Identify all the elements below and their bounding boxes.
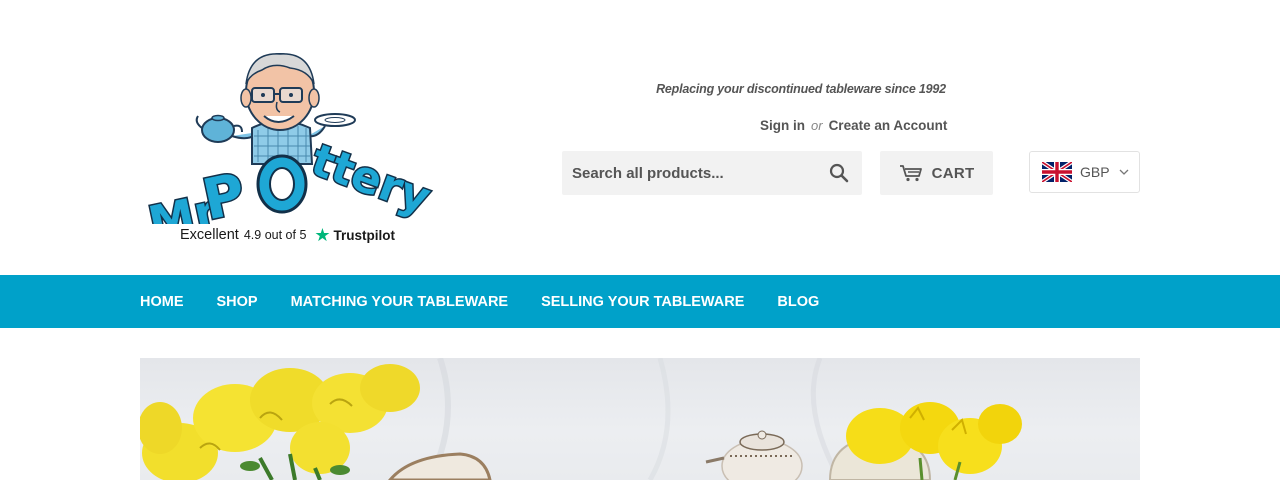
site-logo[interactable]: Mr P ttery Excellent 4.9 out of 5 ★ Trus… <box>140 44 440 248</box>
currency-code: GBP <box>1080 164 1110 180</box>
nav-item-matching-your-tableware[interactable]: MATCHING YOUR TABLEWARE <box>291 294 509 310</box>
mr-pottery-logo-image: Mr P ttery <box>142 53 438 224</box>
main-navigation: HOME SHOP MATCHING YOUR TABLEWARE SELLIN… <box>0 275 1280 328</box>
hero-photo-illustration <box>140 358 1022 480</box>
chevron-down-icon <box>1119 169 1129 175</box>
plate-graphic <box>314 113 356 127</box>
cart-button[interactable]: CART <box>880 151 993 195</box>
account-links: Sign in or Create an Account <box>760 118 947 133</box>
create-account-link[interactable]: Create an Account <box>829 118 948 133</box>
search-icon <box>829 163 849 183</box>
teapot-graphic <box>195 114 243 143</box>
site-tagline: Replacing your discontinued tableware si… <box>562 82 1140 96</box>
account-or-text: or <box>811 118 823 133</box>
search-input[interactable] <box>562 151 816 195</box>
trustpilot-star-icon: ★ <box>314 225 331 245</box>
teapot-photo <box>705 430 803 480</box>
trustpilot-brand: Trustpilot <box>333 227 396 243</box>
svg-text:ttery: ttery <box>305 135 437 224</box>
trustpilot-score: 4.9 out of 5 <box>243 228 307 242</box>
nav-item-blog[interactable]: BLOG <box>777 294 819 310</box>
hero-banner-image[interactable] <box>140 358 1140 480</box>
nav-item-selling-your-tableware[interactable]: SELLING YOUR TABLEWARE <box>541 294 744 310</box>
uk-flag-icon <box>1042 162 1072 182</box>
trustpilot-rating-word: Excellent <box>180 227 239 243</box>
nav-item-shop[interactable]: SHOP <box>217 294 258 310</box>
currency-selector[interactable]: GBP <box>1029 151 1140 193</box>
yellow-roses-left <box>140 364 420 480</box>
search-button[interactable] <box>816 151 862 195</box>
cart-icon <box>899 165 922 182</box>
cart-label: CART <box>931 164 975 182</box>
sign-in-link[interactable]: Sign in <box>760 118 805 133</box>
tagline-text: Replacing your discontinued tableware si… <box>656 82 946 96</box>
logo-wordmark: Mr P <box>142 160 252 224</box>
trustpilot-widget[interactable]: Excellent 4.9 out of 5 ★ Trustpilot <box>180 226 395 244</box>
nav-item-home[interactable]: HOME <box>140 294 184 310</box>
search-bar <box>562 151 862 195</box>
